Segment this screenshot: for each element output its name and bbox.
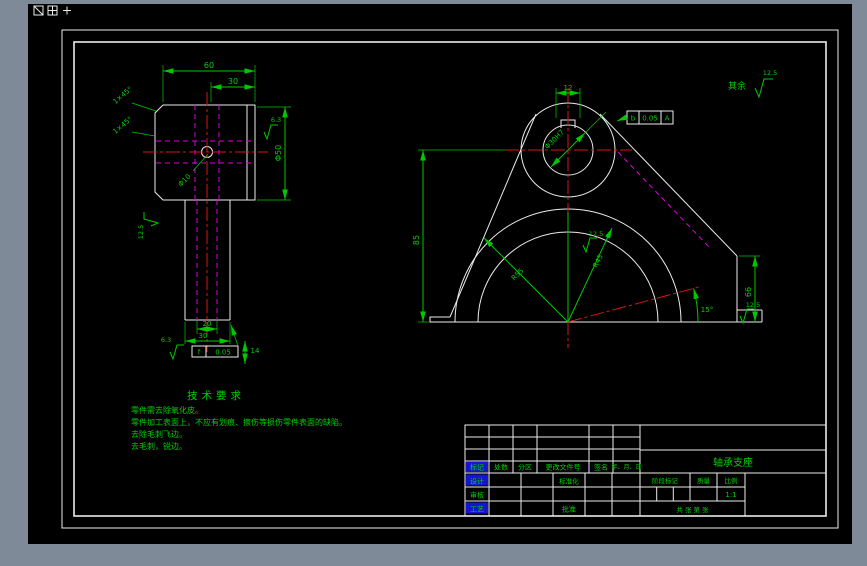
tech-req-line: 零件需去除氧化皮。 — [131, 405, 203, 415]
audit-label: 审核 — [470, 491, 484, 500]
dim-step-label: 30 — [228, 77, 238, 86]
tech-req-line: 零件加工表面上，不应有划痕、擦伤等损伤零件表面的缺陷。 — [131, 417, 347, 427]
tolerance-datum: A — [665, 115, 670, 123]
design-label: 设计 — [470, 477, 484, 486]
rough-shank-value: 12.5 — [137, 225, 145, 239]
rough-base-value: 12.5 — [746, 301, 760, 309]
rest-label: 其余 — [728, 80, 746, 92]
rev-header-count: 处数 — [494, 463, 508, 472]
rough-head-value: 6.3 — [271, 116, 281, 124]
rev-header-mark: 标记 — [470, 463, 484, 472]
dim-outer-label: Φ50 — [274, 145, 283, 161]
rev-header-sign: 签名 — [594, 463, 608, 472]
approve-label: 批准 — [562, 505, 576, 514]
tolerance-symbol: b — [631, 115, 636, 123]
rev-header-zone: 分区 — [518, 463, 532, 472]
dim-offset-label: 14 — [251, 347, 260, 355]
process-label: 工艺 — [470, 506, 484, 514]
standardization-label: 标准化 — [559, 477, 579, 486]
tech-req-line: 去毛刺，锐边。 — [131, 441, 187, 451]
sheet-note: 共 张 第 张 — [676, 505, 709, 514]
tolerance-value: 0.05 — [642, 115, 658, 123]
scale-label: 比例 — [725, 476, 738, 485]
scale-value: 1:1 — [725, 491, 736, 499]
dim-width-label: 60 — [204, 61, 214, 70]
dim-bore-label: 20 — [203, 320, 212, 328]
dim-key-label: 12 — [564, 84, 573, 92]
rough-bottom-value: 6.3 — [161, 336, 171, 344]
dim-right-label: 66 — [744, 287, 753, 297]
dim-shank-label: 30 — [199, 332, 208, 340]
angle-label: 15° — [701, 306, 713, 314]
dim-height-label: 85 — [412, 235, 421, 245]
tolerance-value: 0.05 — [215, 349, 231, 357]
stage-mark-label: 阶段标记 — [652, 476, 679, 485]
weight-label: 质量 — [697, 476, 711, 485]
part-name: 轴承支座 — [713, 456, 753, 469]
rest-roughness-value: 12.5 — [763, 69, 777, 77]
cad-drawing-canvas: 其余 12.5 60 30 1×45° 1×45° Φ50 Φ10 20 30 … — [28, 4, 852, 544]
tech-req-title: 技术要求 — [187, 389, 245, 402]
rev-header-date: 年、月、日 — [611, 463, 641, 471]
rough-arch-value: 12.5 — [589, 230, 603, 238]
tech-req-line: 去除毛刺飞边。 — [131, 429, 187, 439]
rev-header-docno: 更改文件号 — [546, 463, 581, 472]
